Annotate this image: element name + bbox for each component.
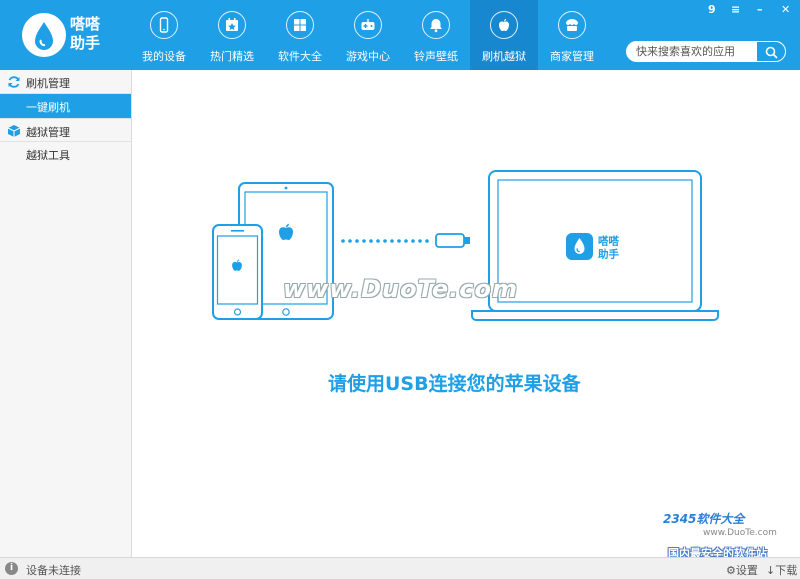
nav-label: 刷机越狱 bbox=[482, 50, 526, 63]
nav-flash-jailbreak[interactable]: 刷机越狱 bbox=[470, 0, 538, 70]
search-input[interactable] bbox=[636, 44, 754, 59]
app-logo-badge bbox=[566, 233, 593, 260]
phone-icon bbox=[150, 11, 178, 39]
minimize-icon[interactable]: – bbox=[757, 3, 763, 16]
notification-badge[interactable]: 9 bbox=[708, 3, 716, 16]
nav-label: 我的设备 bbox=[142, 50, 186, 63]
search-button[interactable] bbox=[756, 41, 786, 62]
search-box bbox=[626, 41, 786, 62]
download-icon: ↓ bbox=[766, 564, 776, 577]
nav-ringtones[interactable]: 铃声壁纸 bbox=[402, 0, 470, 70]
sidebar-item-label: 一键刷机 bbox=[26, 101, 70, 114]
apps-grid-icon bbox=[286, 11, 314, 39]
nav-my-devices[interactable]: 我的设备 bbox=[130, 0, 198, 70]
nav-label: 游戏中心 bbox=[346, 50, 390, 63]
bell-icon bbox=[422, 11, 450, 39]
search-icon bbox=[765, 46, 778, 59]
main-nav: 我的设备 热门精选 软件大全 游戏中心 铃声壁纸 刷机越狱 商家管理 bbox=[130, 0, 606, 70]
store-icon bbox=[558, 11, 586, 39]
laptop-brand-line1: 嗒嗒 bbox=[598, 235, 619, 248]
sidebar-group-flash[interactable]: 刷机管理 bbox=[0, 70, 131, 94]
nav-software[interactable]: 软件大全 bbox=[266, 0, 334, 70]
usb-cable-dots bbox=[341, 239, 429, 243]
droplet-icon bbox=[35, 22, 53, 50]
nav-label: 热门精选 bbox=[210, 50, 254, 63]
sidebar-item-one-click-flash[interactable]: 一键刷机 bbox=[0, 94, 131, 118]
main-content: 嗒嗒 助手 www.DuoTe.com 请使用USB连接您的苹果设备 2345软… bbox=[133, 70, 800, 560]
download-label: 下载 bbox=[775, 564, 798, 577]
sidebar: 刷机管理 一键刷机 越狱管理 越狱工具 bbox=[0, 70, 132, 557]
top-header: 嗒嗒 助手 我的设备 热门精选 软件大全 游戏中心 铃声壁纸 刷机越狱 商家管理… bbox=[0, 0, 800, 70]
connect-message: 请使用USB连接您的苹果设备 bbox=[328, 373, 581, 395]
usb-plug-icon bbox=[435, 233, 470, 248]
info-icon: i bbox=[5, 562, 18, 575]
watermark2-url: www.DuoTe.com bbox=[703, 528, 777, 538]
calendar-icon bbox=[218, 11, 246, 39]
app-logo bbox=[22, 13, 66, 57]
settings-label: 设置 bbox=[735, 564, 758, 577]
sidebar-item-jailbreak-tool[interactable]: 越狱工具 bbox=[0, 142, 131, 166]
device-connection-illustration: 嗒嗒 助手 bbox=[212, 170, 719, 321]
nav-label: 软件大全 bbox=[278, 50, 322, 63]
laptop-brand-line2: 助手 bbox=[598, 248, 619, 261]
sidebar-group-label: 刷机管理 bbox=[26, 77, 70, 90]
box-icon bbox=[7, 125, 21, 137]
watermark2-brand: 2345软件大全 bbox=[663, 512, 745, 526]
iphone-illustration bbox=[212, 224, 263, 320]
download-button[interactable]: ↓下载 bbox=[766, 562, 797, 578]
sidebar-group-label: 越狱管理 bbox=[26, 126, 70, 139]
nav-merchant[interactable]: 商家管理 bbox=[538, 0, 606, 70]
sidebar-item-label: 越狱工具 bbox=[26, 149, 70, 162]
menu-icon[interactable]: ≡ bbox=[731, 3, 740, 16]
nav-label: 商家管理 bbox=[550, 50, 594, 63]
nav-game-center[interactable]: 游戏中心 bbox=[334, 0, 402, 70]
app-brand: 嗒嗒 助手 bbox=[70, 15, 101, 52]
status-bar: i 设备未连接 ⚙设置 ↓下载 bbox=[0, 557, 800, 579]
nav-hot-picks[interactable]: 热门精选 bbox=[198, 0, 266, 70]
gamepad-icon bbox=[354, 11, 382, 39]
gear-icon: ⚙ bbox=[726, 564, 736, 577]
apple-icon bbox=[490, 11, 518, 39]
nav-label: 铃声壁纸 bbox=[414, 50, 458, 63]
watermark-text: www.DuoTe.com bbox=[283, 275, 518, 303]
sidebar-group-jailbreak[interactable]: 越狱管理 bbox=[0, 118, 131, 142]
settings-button[interactable]: ⚙设置 bbox=[726, 562, 758, 578]
device-status-text: 设备未连接 bbox=[26, 564, 81, 577]
refresh-icon bbox=[8, 76, 20, 88]
close-icon[interactable]: ✕ bbox=[781, 3, 790, 16]
